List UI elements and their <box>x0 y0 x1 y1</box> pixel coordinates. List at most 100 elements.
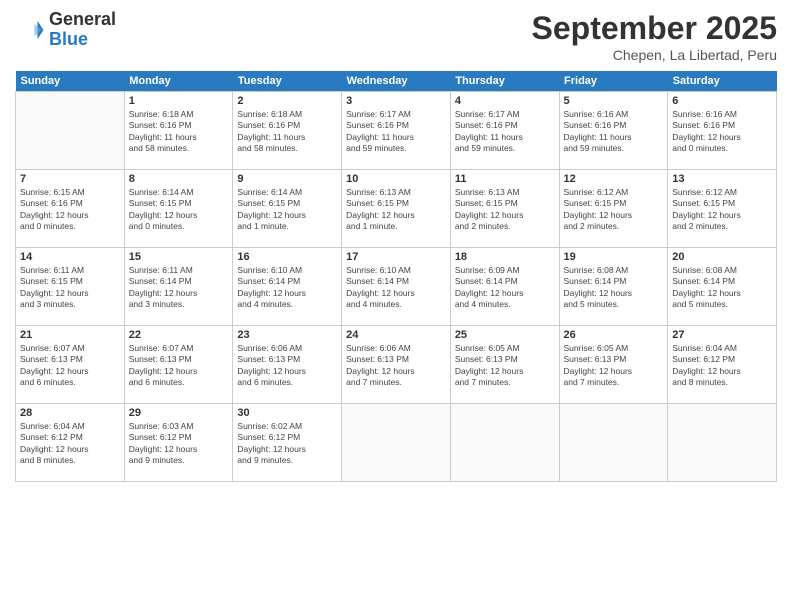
day-number: 18 <box>455 251 555 263</box>
day-info: Sunrise: 6:14 AMSunset: 6:15 PMDaylight:… <box>237 187 337 233</box>
weekday-header-tuesday: Tuesday <box>233 71 342 92</box>
calendar-cell: 18 Sunrise: 6:09 AMSunset: 6:14 PMDayligh… <box>450 248 559 326</box>
header: General Blue September 2025 Chepen, La L… <box>15 10 777 63</box>
calendar-cell: 9 Sunrise: 6:14 AMSunset: 6:15 PMDaylight… <box>233 170 342 248</box>
logo-icon <box>15 15 45 45</box>
day-info: Sunrise: 6:13 AMSunset: 6:15 PMDaylight:… <box>455 187 555 233</box>
calendar-cell: 11 Sunrise: 6:13 AMSunset: 6:15 PMDayligh… <box>450 170 559 248</box>
calendar-cell: 29 Sunrise: 6:03 AMSunset: 6:12 PMDayligh… <box>124 404 233 482</box>
day-info: Sunrise: 6:07 AMSunset: 6:13 PMDaylight:… <box>129 343 229 389</box>
day-info: Sunrise: 6:16 AMSunset: 6:16 PMDaylight:… <box>672 109 772 155</box>
calendar-cell: 14 Sunrise: 6:11 AMSunset: 6:15 PMDayligh… <box>16 248 125 326</box>
day-number: 24 <box>346 329 446 341</box>
day-info: Sunrise: 6:11 AMSunset: 6:15 PMDaylight:… <box>20 265 120 311</box>
calendar-cell: 27 Sunrise: 6:04 AMSunset: 6:12 PMDayligh… <box>668 326 777 404</box>
calendar-cell <box>559 404 668 482</box>
weekday-header-thursday: Thursday <box>450 71 559 92</box>
logo: General Blue <box>15 10 116 50</box>
day-number: 11 <box>455 173 555 185</box>
day-number: 26 <box>564 329 664 341</box>
day-info: Sunrise: 6:04 AMSunset: 6:12 PMDaylight:… <box>672 343 772 389</box>
weekday-header-row: SundayMondayTuesdayWednesdayThursdayFrid… <box>16 71 777 92</box>
day-number: 10 <box>346 173 446 185</box>
calendar-table: SundayMondayTuesdayWednesdayThursdayFrid… <box>15 71 777 482</box>
day-number: 6 <box>672 95 772 107</box>
calendar-cell: 16 Sunrise: 6:10 AMSunset: 6:14 PMDayligh… <box>233 248 342 326</box>
day-info: Sunrise: 6:07 AMSunset: 6:13 PMDaylight:… <box>20 343 120 389</box>
day-info: Sunrise: 6:16 AMSunset: 6:16 PMDaylight:… <box>564 109 664 155</box>
day-info: Sunrise: 6:05 AMSunset: 6:13 PMDaylight:… <box>455 343 555 389</box>
calendar-week-2: 7 Sunrise: 6:15 AMSunset: 6:16 PMDaylight… <box>16 170 777 248</box>
calendar-cell: 8Sunrise: 6:14 AMSunset: 6:15 PMDaylight… <box>124 170 233 248</box>
calendar-cell: 28Sunrise: 6:04 AMSunset: 6:12 PMDayligh… <box>16 404 125 482</box>
calendar-cell: 13Sunrise: 6:12 AMSunset: 6:15 PMDayligh… <box>668 170 777 248</box>
calendar-cell: 12Sunrise: 6:12 AMSunset: 6:15 PMDayligh… <box>559 170 668 248</box>
weekday-header-monday: Monday <box>124 71 233 92</box>
day-info: Sunrise: 6:05 AMSunset: 6:13 PMDaylight:… <box>564 343 664 389</box>
calendar-cell: 6 Sunrise: 6:16 AMSunset: 6:16 PMDaylight… <box>668 92 777 170</box>
day-number: 16 <box>237 251 337 263</box>
day-number: 23 <box>237 329 337 341</box>
calendar-cell: 10 Sunrise: 6:13 AMSunset: 6:15 PMDayligh… <box>342 170 451 248</box>
day-number: 28 <box>20 407 120 419</box>
day-info: Sunrise: 6:02 AMSunset: 6:12 PMDaylight:… <box>237 421 337 467</box>
calendar-cell: 19 Sunrise: 6:08 AMSunset: 6:14 PMDayligh… <box>559 248 668 326</box>
day-info: Sunrise: 6:09 AMSunset: 6:14 PMDaylight:… <box>455 265 555 311</box>
day-info: Sunrise: 6:08 AMSunset: 6:14 PMDaylight:… <box>672 265 772 311</box>
calendar-cell <box>342 404 451 482</box>
day-number: 17 <box>346 251 446 263</box>
location-subtitle: Chepen, La Libertad, Peru <box>532 47 777 63</box>
page: General Blue September 2025 Chepen, La L… <box>0 0 792 612</box>
calendar-cell: 15 Sunrise: 6:11 AMSunset: 6:14 PMDayligh… <box>124 248 233 326</box>
day-number: 22 <box>129 329 229 341</box>
day-info: Sunrise: 6:15 AMSunset: 6:16 PMDaylight:… <box>20 187 120 233</box>
day-info: Sunrise: 6:13 AMSunset: 6:15 PMDaylight:… <box>346 187 446 233</box>
day-info: Sunrise: 6:12 AMSunset: 6:15 PMDaylight:… <box>564 187 664 233</box>
calendar-cell <box>450 404 559 482</box>
weekday-header-friday: Friday <box>559 71 668 92</box>
day-number: 9 <box>237 173 337 185</box>
weekday-header-wednesday: Wednesday <box>342 71 451 92</box>
day-number: 25 <box>455 329 555 341</box>
day-number: 20 <box>672 251 772 263</box>
calendar-week-5: 28Sunrise: 6:04 AMSunset: 6:12 PMDayligh… <box>16 404 777 482</box>
calendar-cell: 5 Sunrise: 6:16 AMSunset: 6:16 PMDaylight… <box>559 92 668 170</box>
logo-general: General <box>49 10 116 30</box>
calendar-cell: 21 Sunrise: 6:07 AMSunset: 6:13 PMDayligh… <box>16 326 125 404</box>
calendar-cell: 7 Sunrise: 6:15 AMSunset: 6:16 PMDaylight… <box>16 170 125 248</box>
weekday-header-saturday: Saturday <box>668 71 777 92</box>
day-number: 5 <box>564 95 664 107</box>
day-number: 7 <box>20 173 120 185</box>
title-block: September 2025 Chepen, La Libertad, Peru <box>532 10 777 63</box>
day-info: Sunrise: 6:17 AMSunset: 6:16 PMDaylight:… <box>346 109 446 155</box>
calendar-cell: 26 Sunrise: 6:05 AMSunset: 6:13 PMDayligh… <box>559 326 668 404</box>
day-number: 3 <box>346 95 446 107</box>
day-number: 30 <box>237 407 337 419</box>
logo-blue: Blue <box>49 30 116 50</box>
calendar-cell: 25 Sunrise: 6:05 AMSunset: 6:13 PMDayligh… <box>450 326 559 404</box>
day-info: Sunrise: 6:10 AMSunset: 6:14 PMDaylight:… <box>346 265 446 311</box>
calendar-cell: 22 Sunrise: 6:07 AMSunset: 6:13 PMDayligh… <box>124 326 233 404</box>
calendar-cell: 24 Sunrise: 6:06 AMSunset: 6:13 PMDayligh… <box>342 326 451 404</box>
day-info: Sunrise: 6:11 AMSunset: 6:14 PMDaylight:… <box>129 265 229 311</box>
day-info: Sunrise: 6:03 AMSunset: 6:12 PMDaylight:… <box>129 421 229 467</box>
day-info: Sunrise: 6:06 AMSunset: 6:13 PMDaylight:… <box>346 343 446 389</box>
day-number: 27 <box>672 329 772 341</box>
day-info: Sunrise: 6:10 AMSunset: 6:14 PMDaylight:… <box>237 265 337 311</box>
calendar-cell: 23 Sunrise: 6:06 AMSunset: 6:13 PMDayligh… <box>233 326 342 404</box>
day-number: 15 <box>129 251 229 263</box>
day-info: Sunrise: 6:17 AMSunset: 6:16 PMDaylight:… <box>455 109 555 155</box>
day-number: 1 <box>129 95 229 107</box>
month-title: September 2025 <box>532 10 777 47</box>
day-number: 19 <box>564 251 664 263</box>
day-number: 2 <box>237 95 337 107</box>
day-number: 29 <box>129 407 229 419</box>
calendar-cell <box>16 92 125 170</box>
day-number: 21 <box>20 329 120 341</box>
day-number: 14 <box>20 251 120 263</box>
day-info: Sunrise: 6:08 AMSunset: 6:14 PMDaylight:… <box>564 265 664 311</box>
calendar-cell: 3 Sunrise: 6:17 AMSunset: 6:16 PMDaylight… <box>342 92 451 170</box>
calendar-cell <box>668 404 777 482</box>
day-info: Sunrise: 6:12 AMSunset: 6:15 PMDaylight:… <box>672 187 772 233</box>
day-info: Sunrise: 6:06 AMSunset: 6:13 PMDaylight:… <box>237 343 337 389</box>
